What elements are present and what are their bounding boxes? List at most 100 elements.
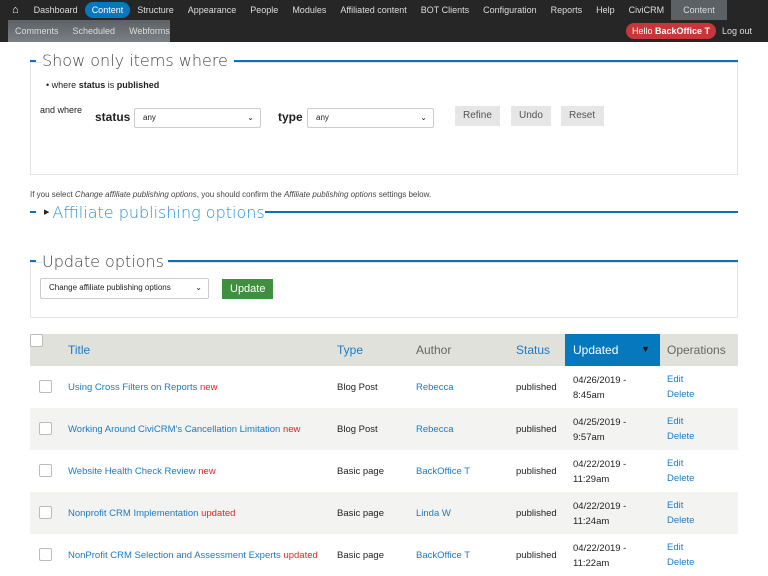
logout-link[interactable]: Log out <box>722 23 752 39</box>
affiliate-options-toggle[interactable]: ▶ Affiliate publishing options <box>44 202 265 222</box>
author-link[interactable]: Rebecca <box>416 424 454 435</box>
chevron-down-icon: ⌄ <box>195 283 202 292</box>
author-link[interactable]: BackOffice T <box>416 550 470 561</box>
menu-civicrm[interactable]: CiviCRM <box>622 2 672 18</box>
tray-scheduled[interactable]: Scheduled <box>66 26 123 36</box>
hello-text: Hello <box>632 26 653 36</box>
type-label: type <box>278 110 303 124</box>
title-link[interactable]: NonProfit CRM Selection and Assessment E… <box>68 550 281 561</box>
updated-date: 04/25/2019 - <box>573 417 627 428</box>
table-header: Title Type Author Status Updated ▼ Operat… <box>30 334 738 366</box>
secondary-toolbar: Comments Scheduled Webforms Hello BackOf… <box>0 20 768 42</box>
menu-configuration[interactable]: Configuration <box>476 2 544 18</box>
row-checkbox[interactable] <box>39 422 52 435</box>
admin-toolbar: ⌂ Dashboard Content Structure Appearance… <box>0 0 768 20</box>
delete-link[interactable]: Delete <box>667 557 694 568</box>
row-checkbox[interactable] <box>39 464 52 477</box>
table-row: Using Cross Filters on Reports new Blog … <box>30 366 738 408</box>
update-button[interactable]: Update <box>222 279 274 299</box>
flag-label: new <box>282 423 301 435</box>
table-row: Working Around CiviCRM's Cancellation Li… <box>30 408 738 450</box>
reset-button[interactable]: Reset <box>561 106 604 126</box>
type-select[interactable]: any ⌄ <box>307 108 434 128</box>
type-cell: Blog Post <box>337 382 378 393</box>
updated-time: 8:45am <box>573 390 605 401</box>
flag-label: new <box>198 465 216 477</box>
menu-dashboard[interactable]: Dashboard <box>27 2 85 18</box>
delete-link[interactable]: Delete <box>667 515 694 526</box>
updated-time: 11:29am <box>573 474 610 485</box>
tray-webforms[interactable]: Webforms <box>122 26 177 36</box>
home-icon[interactable]: ⌂ <box>0 2 27 18</box>
type-cell: Blog Post <box>337 424 378 435</box>
col-operations: Operations <box>667 343 726 357</box>
delete-link[interactable]: Delete <box>667 431 694 442</box>
updated-date: 04/22/2019 - <box>573 501 627 512</box>
row-checkbox[interactable] <box>39 506 52 519</box>
menu-appearance[interactable]: Appearance <box>181 2 244 18</box>
user-name: BackOffice T <box>655 26 711 36</box>
title-link[interactable]: Website Health Check Review <box>68 466 196 477</box>
edit-link[interactable]: Edit <box>667 458 683 469</box>
flag-label: updated <box>283 549 318 561</box>
sort-desc-icon: ▼ <box>641 344 650 354</box>
status-cell: published <box>516 508 557 519</box>
undo-button[interactable]: Undo <box>511 106 551 126</box>
title-link[interactable]: Working Around CiviCRM's Cancellation Li… <box>68 424 280 435</box>
edit-link[interactable]: Edit <box>667 374 683 385</box>
filter-legend: Show only items where <box>42 50 234 70</box>
type-cell: Basic page <box>337 508 385 519</box>
updated-date: 04/26/2019 - <box>573 375 627 386</box>
type-cell: Basic page <box>337 550 385 561</box>
status-label: status <box>95 110 131 124</box>
menu-content[interactable]: Content <box>84 2 131 18</box>
flag-label: new <box>200 381 218 393</box>
menu-modules[interactable]: Modules <box>285 2 333 18</box>
menu-people[interactable]: People <box>243 2 285 18</box>
table-row: Website Health Check Review new Basic pa… <box>30 450 738 492</box>
refine-button[interactable]: Refine <box>455 106 500 126</box>
edit-link[interactable]: Edit <box>667 542 683 553</box>
flag-label: updated <box>201 507 236 519</box>
menu-structure[interactable]: Structure <box>130 2 181 18</box>
author-link[interactable]: Rebecca <box>416 382 454 393</box>
status-cell: published <box>516 382 557 393</box>
table-row: Nonprofit CRM Implementation updated Bas… <box>30 492 738 534</box>
update-legend: Update options <box>42 251 168 271</box>
author-link[interactable]: Linda W <box>416 508 451 519</box>
updated-time: 11:22am <box>573 558 610 569</box>
edit-link[interactable]: Edit <box>667 500 683 511</box>
delete-link[interactable]: Delete <box>667 473 694 484</box>
row-checkbox[interactable] <box>39 548 52 561</box>
delete-link[interactable]: Delete <box>667 389 694 400</box>
status-cell: published <box>516 466 557 477</box>
and-where-label: and where <box>40 105 83 115</box>
menu-reports[interactable]: Reports <box>544 2 590 18</box>
title-link[interactable]: Using Cross Filters on Reports <box>68 382 197 393</box>
col-type[interactable]: Type <box>337 343 363 357</box>
col-status[interactable]: Status <box>516 343 550 357</box>
status-select[interactable]: any ⌄ <box>134 108 261 128</box>
edit-link[interactable]: Edit <box>667 416 683 427</box>
col-title[interactable]: Title <box>68 343 90 357</box>
tray-comments[interactable]: Comments <box>8 26 66 36</box>
help-text: If you select Change affiliate publishin… <box>30 190 432 199</box>
col-updated[interactable]: Updated ▼ <box>565 334 660 366</box>
menu-help[interactable]: Help <box>589 2 622 18</box>
select-all-checkbox[interactable] <box>30 334 43 347</box>
title-link[interactable]: Nonprofit CRM Implementation <box>68 508 198 519</box>
menu-bot-clients[interactable]: BOT Clients <box>414 2 476 18</box>
status-cell: published <box>516 424 557 435</box>
current-filter: • where status is published <box>46 80 160 90</box>
user-badge[interactable]: Hello BackOffice T <box>626 23 717 39</box>
row-checkbox[interactable] <box>39 380 52 393</box>
updated-time: 9:57am <box>573 432 605 443</box>
chevron-down-icon: ⌄ <box>247 113 254 122</box>
tray-content[interactable]: Content <box>671 0 727 20</box>
author-link[interactable]: BackOffice T <box>416 466 470 477</box>
updated-time: 11:24am <box>573 516 610 527</box>
menu-affiliated-content[interactable]: Affiliated content <box>333 2 413 18</box>
content-tray: Comments Scheduled Webforms <box>8 20 170 42</box>
operation-select[interactable]: Change affiliate publishing options ⌄ <box>40 278 209 299</box>
triangle-right-icon: ▶ <box>44 208 50 216</box>
